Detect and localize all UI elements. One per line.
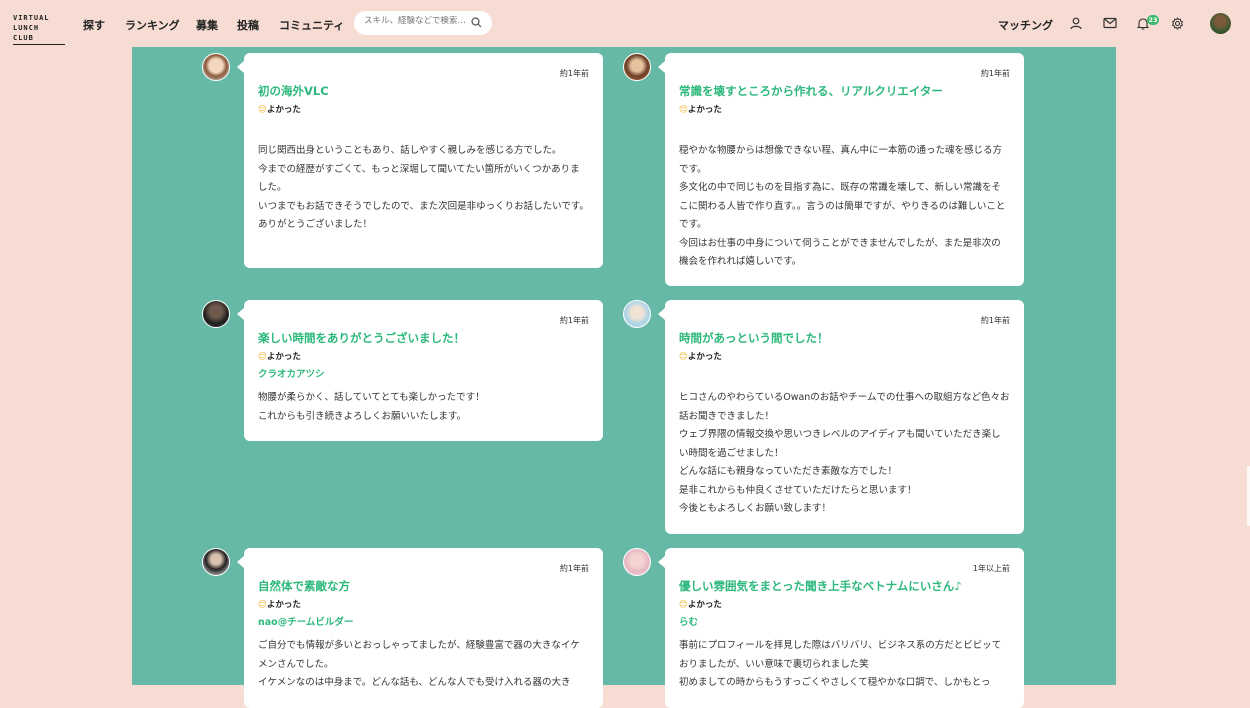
nav-community[interactable]: コミュニティ [279,17,344,33]
nav-post[interactable]: 投稿 [237,17,259,33]
reviewer-name[interactable]: らむ [679,617,1010,629]
review-title[interactable]: 優しい雰囲気をまとった聞き上手なベトナムにいさん♪ [679,579,1010,593]
review-time: 約1年前 [980,316,1010,325]
review-title[interactable]: 常識を壊すところから作れる、リアルクリエイター [679,84,1010,98]
review-title[interactable]: 初の海外VLC [258,84,589,98]
reviewer-avatar[interactable] [202,548,230,576]
nav-recruit[interactable]: 募集 [196,17,218,33]
notification-badge: 23 [1147,15,1159,25]
review-time: 約1年前 [559,69,589,78]
review-card: 1年以上前 優しい雰囲気をまとった聞き上手なベトナムにいさん♪ 😊よかった らむ… [658,548,1024,708]
reaction-label: よかった [687,352,722,362]
matching-link[interactable]: マッチング [998,17,1053,33]
review-body: 事前にプロフィールを拝見した際はバリバリ、ビジネス系の方だとビビッておりましたが… [679,640,1002,688]
review-time: 1年以上前 [972,564,1010,573]
reviewer-avatar[interactable] [202,53,230,81]
reviewer-avatar[interactable] [623,53,651,81]
review-reaction: 😊よかった [679,104,1010,116]
smile-icon: 😊 [679,352,688,362]
search-box[interactable] [354,11,492,35]
reviewer-name[interactable]: クラオカアツシ [258,369,589,381]
review-card: 約1年前 常識を壊すところから作れる、リアルクリエイター 😊よかった 穏やかな物… [658,53,1024,286]
reviewer-avatar[interactable] [623,548,651,576]
review-reaction: 😊よかった [679,351,1010,363]
search-icon[interactable] [471,17,482,28]
review-title[interactable]: 楽しい時間をありがとうございました！ [258,331,589,345]
logo-line1: VIRTUAL [13,14,50,22]
review-body: 物腰が柔らかく、話していてとても楽しかったです！ これからも引き続きよろしくお願… [258,392,485,422]
review-body: ご自分でも情報が多いとおっしゃってましたが、経験豊富で器の大きなイケメンさんでし… [258,640,580,688]
reviewer-avatar[interactable] [202,300,230,328]
mail-icon[interactable] [1103,17,1117,29]
smile-icon: 😊 [679,600,688,610]
gear-icon[interactable] [1171,17,1184,30]
logo-line2: LUNCH CLUB [13,24,40,42]
review-card: 約1年前 時間があっという間でした！ 😊よかった ヒコさんのやわらているOwan… [658,300,1024,534]
review-reaction: 😊よかった [258,599,589,611]
review-body: 同じ関西出身ということもあり、話しやすく親しみを感じる方でした。 今までの経歴が… [258,145,589,230]
reviewer-avatar[interactable] [623,300,651,328]
reaction-label: よかった [266,600,301,610]
reaction-label: よかった [266,105,301,115]
review-body: ヒコさんのやわらているOwanのお話やチームでの仕事への取組方など色々お話お聞き… [679,392,1010,514]
review-body: 穏やかな物腰からは想像できない程、真ん中に一本筋の通った魂を感じる方です。 多文… [679,145,1006,267]
review-list: 約1年前 初の海外VLC 😊よかった 同じ関西出身ということもあり、話しやすく親… [132,47,1116,708]
smile-icon: 😊 [679,105,688,115]
review-reaction: 😊よかった [258,351,589,363]
nav-search[interactable]: 探す [83,17,105,33]
review-time: 約1年前 [559,316,589,325]
site-logo[interactable]: VIRTUAL LUNCH CLUB [13,13,65,45]
review-title[interactable]: 時間があっという間でした！ [679,331,1010,345]
review-card: 約1年前 楽しい時間をありがとうございました！ 😊よかった クラオカアツシ 物腰… [237,300,603,441]
review-reaction: 😊よかった [679,599,1010,611]
reviewer-name[interactable]: nao@チームビルダー [258,617,589,629]
reviewer-name[interactable] [679,122,1010,134]
review-card: 約1年前 自然体で素敵な方 😊よかった nao@チームビルダー ご自分でも情報が… [237,548,603,708]
review-reaction: 😊よかった [258,104,589,116]
reaction-label: よかった [266,352,301,362]
review-title[interactable]: 自然体で素敵な方 [258,579,589,593]
reaction-label: よかった [687,105,722,115]
review-card: 約1年前 初の海外VLC 😊よかった 同じ関西出身ということもあり、話しやすく親… [237,53,603,268]
smile-icon: 😊 [258,352,267,362]
smile-icon: 😊 [258,600,267,610]
top-header: VIRTUAL LUNCH CLUB 探す ランキング 募集 投稿 コミュニティ… [0,0,1250,47]
reviewer-name[interactable] [679,369,1010,381]
reaction-label: よかった [687,600,722,610]
review-time: 約1年前 [980,69,1010,78]
smile-icon: 😊 [258,105,267,115]
search-input[interactable] [364,16,470,26]
profile-avatar[interactable] [1210,13,1231,34]
review-time: 約1年前 [559,564,589,573]
user-icon[interactable] [1070,17,1082,30]
nav-ranking[interactable]: ランキング [125,17,180,33]
reviewer-name[interactable] [258,122,589,134]
